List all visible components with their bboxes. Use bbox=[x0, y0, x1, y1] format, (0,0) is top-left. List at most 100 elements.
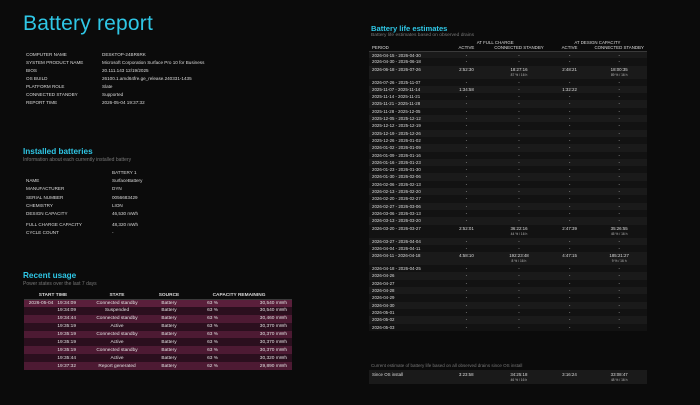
battery-value: LION bbox=[112, 202, 123, 208]
life-design-active: - bbox=[547, 180, 592, 189]
system-info-row: CONNECTED STANDBY Supported bbox=[26, 91, 204, 99]
life-design-active: - bbox=[547, 51, 592, 59]
life-design-active: - bbox=[547, 237, 592, 245]
life-full-active: - bbox=[442, 301, 491, 309]
life-full-standby: - bbox=[490, 122, 548, 130]
life-period: 2026-03-13 - 2026-03-20 bbox=[369, 217, 443, 225]
life-design-active: - bbox=[547, 244, 592, 253]
life-full-standby: - bbox=[490, 85, 548, 94]
since-design-standby: 33:08:47 48 % / 16 h bbox=[591, 370, 647, 384]
life-full-active: 2:52:30 bbox=[442, 65, 491, 79]
since-full-active: 3:23:58 bbox=[458, 372, 474, 377]
life-period: 2025-12-05 - 2025-12-12 bbox=[369, 115, 443, 123]
system-info-key: SYSTEM PRODUCT NAME bbox=[26, 60, 84, 65]
life-design-standby: - bbox=[591, 129, 647, 137]
life-full-standby-value: - bbox=[518, 196, 520, 202]
life-design-standby-value: - bbox=[618, 280, 620, 286]
life-period: 2026-04-27 bbox=[369, 279, 443, 288]
life-full-active: - bbox=[442, 107, 491, 116]
life-design-active: - bbox=[547, 294, 592, 302]
life-full-standby-value: - bbox=[518, 218, 520, 224]
life-full-standby: 36:22:16 44 % / 16 h bbox=[490, 224, 548, 238]
life-design-standby: 35:26:55 45 % / 16 h bbox=[591, 224, 647, 238]
life-design-standby-value: - bbox=[618, 159, 620, 165]
usage-source: Battery bbox=[152, 306, 186, 315]
life-design-standby: - bbox=[591, 265, 647, 273]
battery-row: NAME SurfaceBattery bbox=[26, 177, 142, 185]
life-full-standby: - bbox=[490, 195, 548, 203]
life-row: 2025-11-07 - 2025-11-14 1:34:58 - 1:32:22 - bbox=[369, 85, 647, 94]
life-design-standby: - bbox=[591, 195, 647, 203]
battery-row: CHEMISTRY LION bbox=[26, 202, 142, 210]
since-full-standby-pct: 46 % / 16 h bbox=[510, 378, 528, 382]
life-full-standby-value: - bbox=[518, 245, 520, 251]
life-full-standby-value: - bbox=[518, 52, 520, 58]
usage-percent: 63 % bbox=[186, 322, 226, 331]
life-design-standby-value: - bbox=[618, 130, 620, 136]
col-design-connected-standby: CONNECTED STANDBY bbox=[591, 45, 647, 52]
life-design-active: - bbox=[547, 115, 592, 123]
life-full-active: - bbox=[442, 244, 491, 253]
life-full-standby: - bbox=[490, 115, 548, 123]
life-period: 2026-05-02 bbox=[369, 316, 443, 324]
life-row: 2026-03-13 - 2026-03-20- - - - bbox=[369, 217, 647, 225]
life-full-active: - bbox=[442, 316, 491, 324]
life-full-standby-value: - bbox=[518, 295, 520, 301]
life-design-standby: - bbox=[591, 100, 647, 108]
life-design-standby: - bbox=[591, 209, 647, 218]
system-info-row: PLATFORM ROLE Slate bbox=[26, 83, 204, 91]
life-full-active: - bbox=[442, 173, 491, 181]
life-full-active: - bbox=[442, 202, 491, 210]
life-period: 2025-11-14 - 2025-11-21 bbox=[369, 93, 443, 101]
life-full-active: - bbox=[442, 308, 491, 317]
life-design-standby: - bbox=[591, 294, 647, 302]
usage-time: 19:35:19 bbox=[57, 332, 76, 337]
life-full-standby: - bbox=[490, 173, 548, 181]
life-full-standby: - bbox=[490, 308, 548, 317]
usage-start-time: 19:34:09 bbox=[24, 306, 82, 315]
life-full-standby: - bbox=[490, 78, 548, 86]
life-full-standby: - bbox=[490, 237, 548, 245]
usage-state: Active bbox=[82, 354, 152, 363]
life-row: 2026-02-06 - 2026-02-13- - - - bbox=[369, 180, 647, 189]
life-full-active: - bbox=[442, 100, 491, 108]
life-design-standby: - bbox=[591, 158, 647, 167]
usage-state: Report generated bbox=[82, 362, 152, 371]
life-period: 2026-06-18 - 2026-07-26 bbox=[369, 65, 443, 79]
system-info: COMPUTER NAME DESKTOP-24BR6RK SYSTEM PRODU… bbox=[26, 51, 204, 107]
life-period: 2026-01-23 - 2026-01-30 bbox=[369, 166, 443, 174]
usage-capacity: 30,540 mWh bbox=[226, 299, 292, 307]
life-full-standby: - bbox=[490, 158, 548, 167]
life-period: 2026-04-29 bbox=[369, 294, 443, 302]
life-full-standby-value: - bbox=[518, 86, 520, 92]
installed-batteries-table: BATTERY 1 NAME SurfaceBattery MANUFACTURER D… bbox=[26, 169, 142, 238]
recent-usage-subtitle: Power states over the last 7 days bbox=[23, 281, 97, 287]
life-period: 2026-02-20 - 2026-02-27 bbox=[369, 195, 443, 203]
battery-key: CYCLE COUNT bbox=[26, 230, 59, 236]
life-design-standby-value: - bbox=[618, 108, 620, 114]
usage-percent: 63 % bbox=[186, 306, 226, 315]
usage-percent: 63 % bbox=[186, 346, 226, 355]
life-row: 2025-12-05 - 2025-12-12- - - - bbox=[369, 115, 647, 123]
life-row: 2025-12-12 - 2025-12-19- - - - bbox=[369, 122, 647, 130]
since-design-active: 3:16:24 bbox=[562, 372, 577, 377]
usage-start-time: 19:35:19 bbox=[24, 346, 82, 355]
life-row: 2026-04-30- - - - bbox=[369, 301, 647, 309]
life-design-standby-value: - bbox=[618, 52, 620, 58]
life-row: 2025-12-26 - 2026-01-02- - - - bbox=[369, 136, 647, 145]
life-full-standby-value: - bbox=[518, 101, 520, 107]
usage-start-time: 19:35:19 bbox=[24, 322, 82, 331]
system-info-row: BIOS 20.111.143 12/19/2025 bbox=[26, 67, 204, 75]
life-full-standby: - bbox=[490, 301, 548, 309]
life-design-active: 4:47:15 bbox=[547, 252, 592, 266]
life-design-standby-value: - bbox=[618, 94, 620, 100]
life-row: 2026-04-28- - - - bbox=[369, 287, 647, 295]
battery-key: CHEMISTRY bbox=[26, 202, 53, 208]
life-design-standby-value: - bbox=[618, 203, 620, 209]
life-full-standby-value: 192:23:48 bbox=[509, 253, 529, 259]
life-full-standby-value: - bbox=[518, 317, 520, 323]
since-design-standby-value: 33:08:47 bbox=[610, 372, 628, 377]
life-design-active: - bbox=[547, 129, 592, 137]
usage-row: 2026-05-04 19:34:09 Connected standby Batte… bbox=[24, 299, 292, 307]
life-design-active: - bbox=[547, 158, 592, 167]
